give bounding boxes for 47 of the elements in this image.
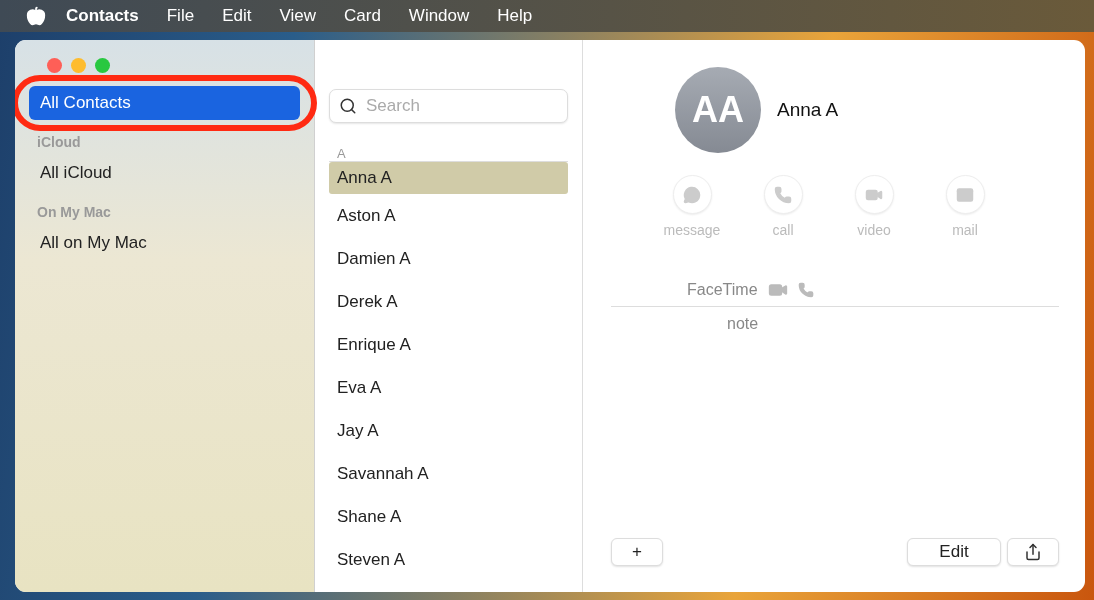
action-label: mail [952,222,978,238]
contact-row[interactable]: Savannah A [329,452,568,495]
field-label: FaceTime [687,281,758,299]
contact-row[interactable]: Shane A [329,495,568,538]
contact-row[interactable]: Eva A [329,366,568,409]
search-icon [339,97,357,115]
search-field[interactable]: Search [329,89,568,123]
speech-bubble-icon [683,185,701,204]
add-button[interactable]: + [611,538,663,566]
zoom-button[interactable] [95,58,110,73]
action-label: call [772,222,794,238]
sidebar-heading: On My Mac [36,203,112,222]
contact-row[interactable]: Aston A [329,194,568,237]
contact-row[interactable]: Steven A [329,538,568,581]
phone-icon[interactable] [797,282,814,298]
share-icon [1024,543,1042,561]
mail-button[interactable] [945,175,985,214]
phone-icon [774,185,792,204]
sidebar-item[interactable]: All on My Mac [29,226,300,260]
contact-row[interactable]: Jay A [329,409,568,452]
menu-item[interactable]: View [265,6,330,26]
close-button[interactable] [47,58,62,73]
contact-row[interactable]: Damien A [329,237,568,280]
sidebar-item[interactable]: All iCloud [29,156,300,190]
contact-name: Anna A [777,99,839,121]
sidebar-heading: iCloud [36,133,82,152]
menu-item[interactable]: File [152,6,209,26]
contact-row[interactable]: Derek A [329,280,568,323]
menu-item[interactable]: Edit [208,6,266,26]
edit-button[interactable]: Edit [907,538,1001,566]
video-button[interactable] [854,175,894,214]
avatar-initials: AA [675,67,761,153]
menu-item[interactable]: Window [394,6,484,26]
apple-logo-icon[interactable] [26,6,46,26]
field-label: note [727,315,759,332]
contact-row[interactable]: Enrique A [329,323,568,366]
call-button[interactable] [763,175,803,214]
message-button[interactable] [672,175,712,214]
contact-row[interactable]: Anna A [329,162,568,194]
sidebar-item[interactable]: All Contacts [29,86,300,120]
menu-item[interactable]: Contacts [52,6,153,26]
share-button[interactable] [1007,538,1059,566]
menu-item[interactable]: Help [483,6,547,26]
minimize-button[interactable] [71,58,86,73]
action-label: video [857,222,891,238]
action-label: message [663,222,721,238]
menu-item[interactable]: Card [330,6,395,26]
